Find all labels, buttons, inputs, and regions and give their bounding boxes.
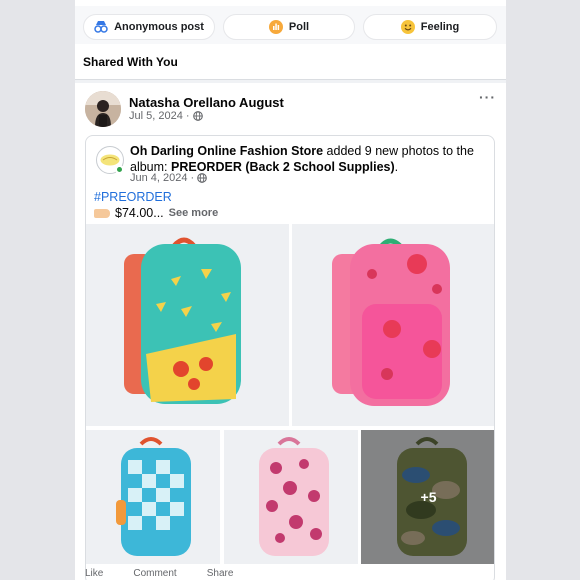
shared-date[interactable]: Jun 4, 2024 · [130, 172, 194, 184]
anonymous-post-label: Anonymous post [114, 21, 204, 33]
photo-checker-backpack[interactable] [86, 430, 220, 564]
hashtag-link[interactable]: #PREORDER [94, 190, 172, 204]
price-row: $74.00... See more [94, 206, 218, 220]
page-name-link[interactable]: Oh Darling Online Fashion Store [130, 144, 323, 158]
more-photos-overlay[interactable]: +5 [361, 430, 494, 564]
post-actions-footer: Like Comment Share [75, 568, 506, 580]
share-button[interactable]: Share [207, 568, 234, 580]
globe-icon [197, 173, 208, 183]
poll-icon [268, 20, 283, 34]
photo-pizza-backpack[interactable] [86, 224, 289, 426]
strawberry-backpack-image [292, 224, 494, 426]
feeling-label: Feeling [420, 21, 460, 33]
poll-label: Poll [288, 21, 310, 33]
like-button[interactable]: Like [85, 568, 103, 580]
see-more-link[interactable]: See more [169, 207, 219, 219]
anonymous-icon [94, 21, 108, 33]
smiley-icon [400, 20, 415, 34]
leopard-backpack-image [224, 430, 358, 564]
globe-icon [192, 111, 203, 121]
author-name[interactable]: Natasha Orellano August [129, 95, 284, 110]
store-logo-icon [100, 154, 120, 166]
poll-button[interactable]: Poll [223, 14, 355, 40]
pizza-backpack-image [86, 224, 289, 426]
app-frame: Anonymous post Poll Feeling Shared With … [75, 0, 506, 580]
price-text: $74.00... [115, 206, 164, 220]
section-header: Shared With You [75, 44, 506, 80]
headline-period: . [394, 160, 399, 174]
anonymous-post-button[interactable]: Anonymous post [83, 14, 215, 40]
shared-album-card: Oh Darling Online Fashion Store added 9 … [85, 135, 495, 580]
feed-post: Natasha Orellano August Jul 5, 2024 · ··… [75, 83, 506, 580]
shared-headline: Oh Darling Online Fashion Store added 9 … [130, 143, 490, 175]
comment-button[interactable]: Comment [133, 568, 176, 580]
post-date[interactable]: Jul 5, 2024 · [129, 110, 190, 122]
section-title: Shared With You [83, 54, 178, 69]
photo-strawberry-backpack[interactable] [292, 224, 494, 426]
post-meta: Jul 5, 2024 · [129, 110, 203, 122]
checker-backpack-image [86, 430, 220, 564]
feeling-button[interactable]: Feeling [363, 14, 497, 40]
shared-meta: Jun 4, 2024 · [130, 172, 208, 184]
composer-actions-bar: Anonymous post Poll Feeling [75, 0, 506, 44]
photo-leopard-backpack[interactable] [224, 430, 358, 564]
author-avatar[interactable] [85, 91, 121, 127]
photo-camo-backpack[interactable]: +5 [361, 430, 494, 564]
page-logo[interactable] [96, 146, 124, 174]
online-indicator [115, 165, 124, 174]
avatar-photo [85, 91, 121, 127]
price-tag-icon [94, 208, 110, 218]
more-options-button[interactable]: ··· [479, 89, 496, 105]
more-photos-count: +5 [420, 489, 437, 505]
